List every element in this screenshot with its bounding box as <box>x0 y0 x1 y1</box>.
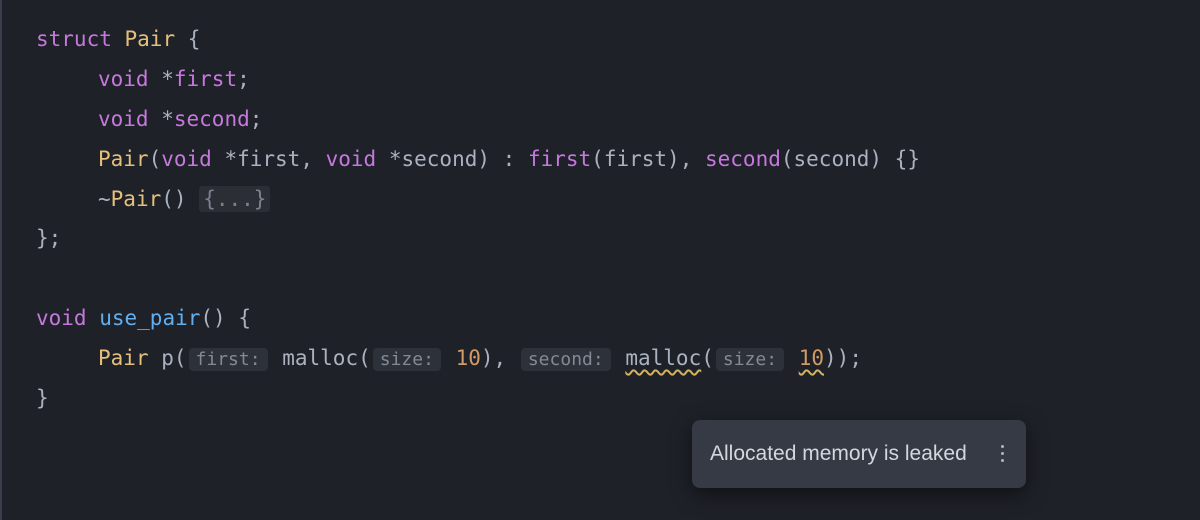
paren-open: ( <box>701 346 714 370</box>
destructor-tilde: ~ <box>98 187 111 211</box>
code-line[interactable]: ~Pair() {...} <box>36 180 1200 220</box>
inlay-hint-first: first: <box>189 348 268 371</box>
brace-open: { <box>226 306 251 330</box>
keyword-struct: struct <box>36 27 112 51</box>
code-line[interactable]: }; <box>36 219 1200 259</box>
fold-indicator[interactable]: {...} <box>199 186 270 212</box>
star: * <box>376 147 401 171</box>
paren-open: ( <box>358 346 371 370</box>
comma: , <box>300 147 325 171</box>
paren-open: ( <box>591 147 604 171</box>
type-void: void <box>326 147 377 171</box>
inlay-hint-second: second: <box>521 348 611 371</box>
tooltip-message: Allocated memory is leaked <box>710 434 967 474</box>
type-void: void <box>36 306 87 330</box>
code-line[interactable]: Pair(void *first, void *second) : first(… <box>36 140 1200 180</box>
code-line[interactable]: void *second; <box>36 100 1200 140</box>
code-editor[interactable]: struct Pair { void *first; void *second;… <box>22 20 1200 419</box>
type-void: void <box>161 147 212 171</box>
paren-open: ( <box>149 147 162 171</box>
destructor-parens: () <box>161 187 186 211</box>
space <box>187 187 200 211</box>
init-second-arg: second <box>794 147 870 171</box>
initializer-colon: : <box>490 147 528 171</box>
code-line[interactable]: Pair p(first: malloc(size: 10), second: … <box>36 339 1200 379</box>
paren-close: ) <box>824 346 837 370</box>
call-malloc-warned[interactable]: malloc <box>625 346 701 370</box>
call-malloc: malloc <box>282 346 358 370</box>
function-name: use_pair <box>99 306 200 330</box>
brace-open: { <box>175 27 200 51</box>
code-line[interactable]: } <box>36 379 1200 419</box>
parens: () <box>200 306 225 330</box>
comma: , <box>494 346 519 370</box>
code-line[interactable]: struct Pair { <box>36 20 1200 60</box>
code-line-empty[interactable] <box>36 259 1200 299</box>
constructor-name: Pair <box>98 147 149 171</box>
paren-open: ( <box>174 346 187 370</box>
param-second: second <box>402 147 478 171</box>
paren-close: ) <box>667 147 680 171</box>
paren-close: ) <box>869 147 882 171</box>
paren-close: ) <box>481 346 494 370</box>
type-pair: Pair <box>98 346 149 370</box>
init-second: second <box>705 147 781 171</box>
star: * <box>149 107 174 131</box>
ctor-body: {} <box>882 147 920 171</box>
member-second: second <box>174 107 250 131</box>
init-first: first <box>528 147 591 171</box>
type-name-pair: Pair <box>125 27 176 51</box>
inspection-tooltip[interactable]: Allocated memory is leaked <box>692 420 1026 488</box>
type-void: void <box>98 67 149 91</box>
brace-close: }; <box>36 226 61 250</box>
more-actions-icon[interactable] <box>997 441 1008 466</box>
number-literal-warned[interactable]: 10 <box>799 346 824 370</box>
semicolon: ; <box>250 107 263 131</box>
code-line[interactable]: void use_pair() { <box>36 299 1200 339</box>
paren-close: ) <box>477 147 490 171</box>
inlay-hint-size: size: <box>716 348 784 371</box>
init-first-arg: first <box>604 147 667 171</box>
variable-p: p <box>161 346 174 370</box>
line-end: ); <box>837 346 862 370</box>
number-literal: 10 <box>456 346 481 370</box>
param-first: first <box>237 147 300 171</box>
comma: , <box>680 147 705 171</box>
brace-close: } <box>36 386 49 410</box>
paren-open: ( <box>781 147 794 171</box>
semicolon: ; <box>237 67 250 91</box>
type-void: void <box>98 107 149 131</box>
star: * <box>149 67 174 91</box>
member-first: first <box>174 67 237 91</box>
code-line[interactable]: void *first; <box>36 60 1200 100</box>
star: * <box>212 147 237 171</box>
destructor-name: Pair <box>111 187 162 211</box>
inlay-hint-size: size: <box>373 348 441 371</box>
